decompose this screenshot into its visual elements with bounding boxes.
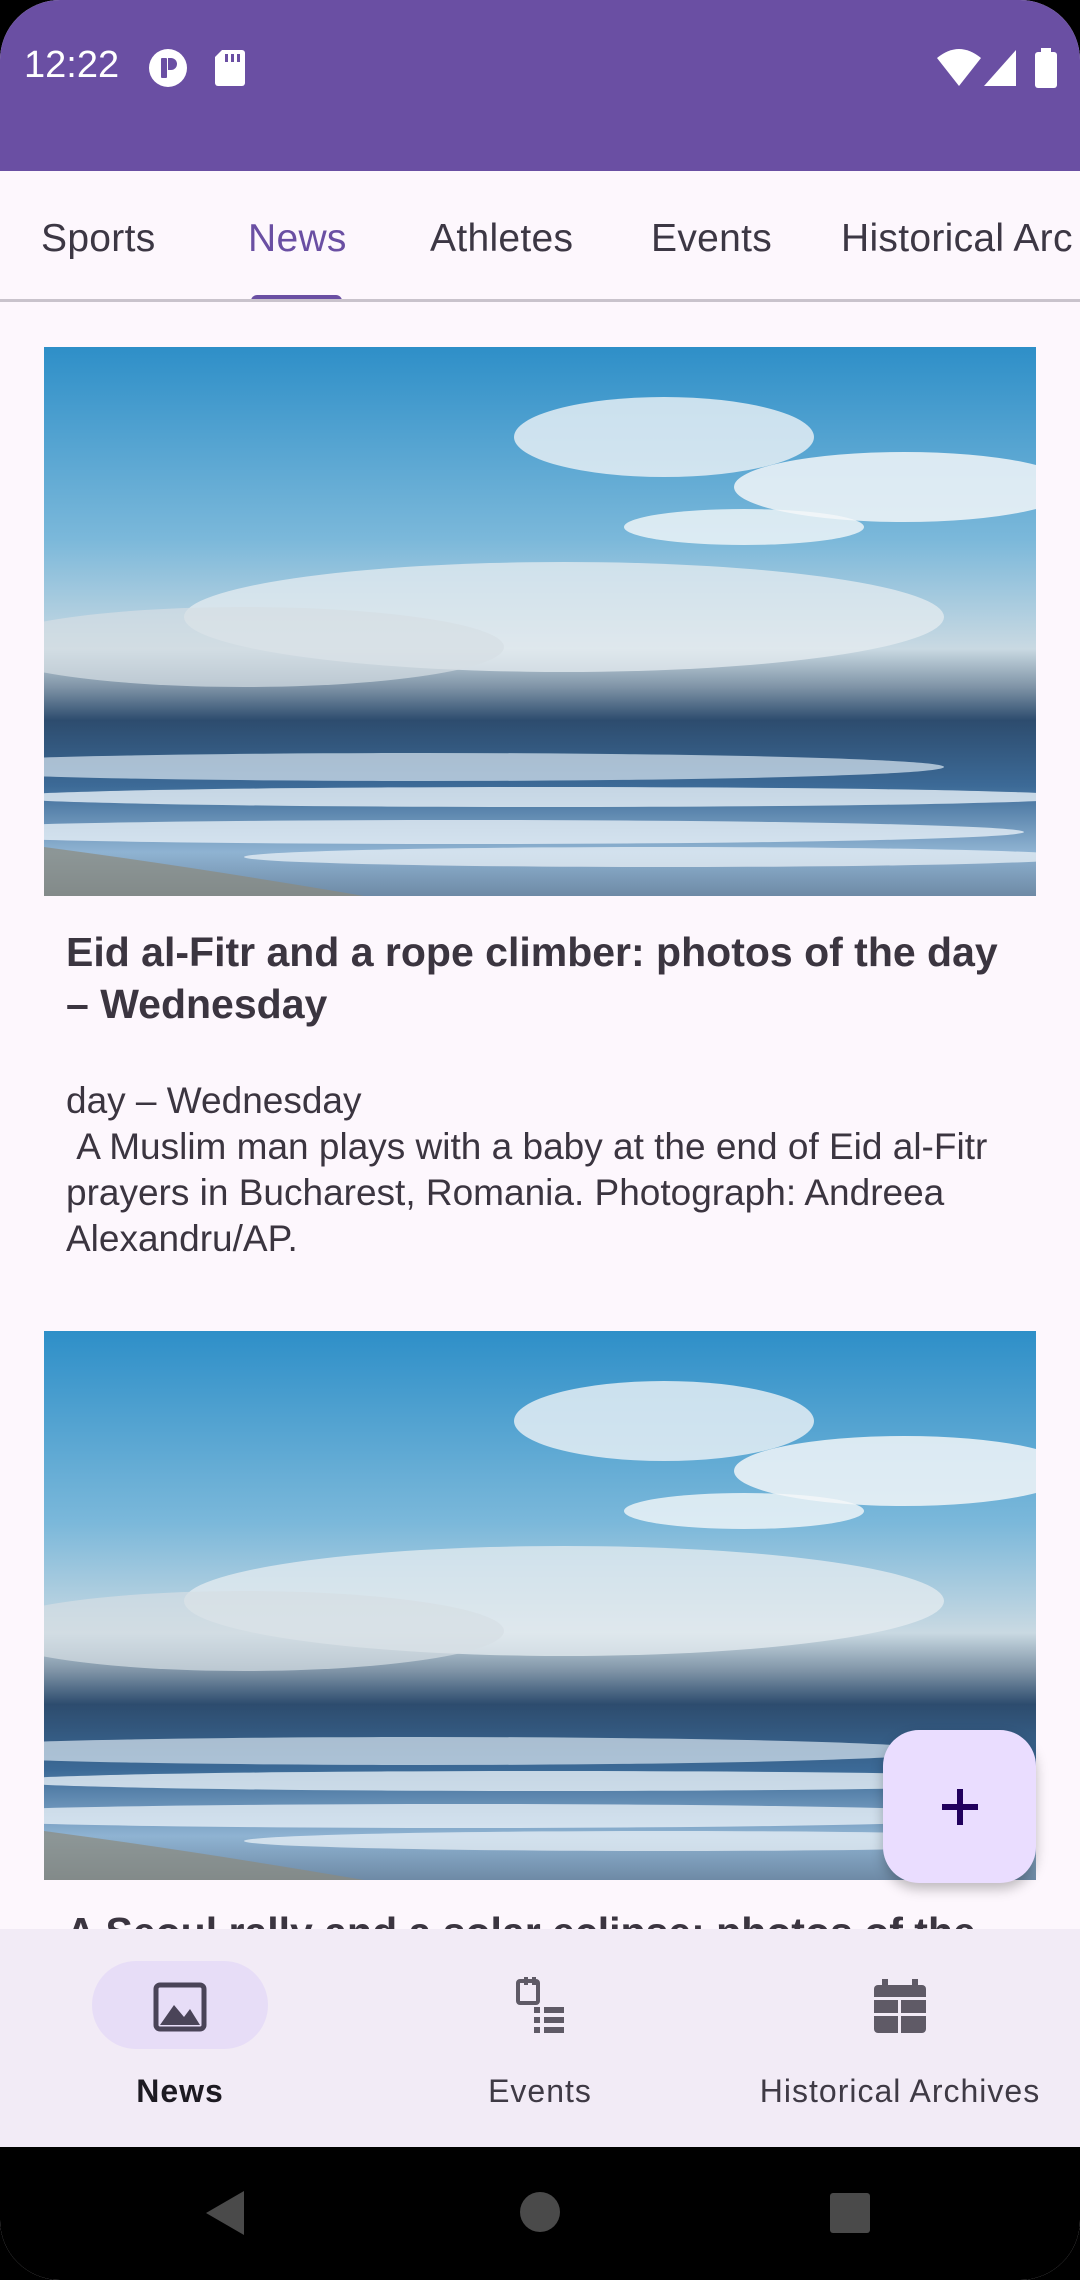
sd-card-icon: [215, 50, 245, 86]
news-feed[interactable]: Eid al-Fitr and a rope climber: photos o…: [0, 305, 1080, 1929]
calendar-grid-icon: [874, 1979, 926, 2033]
nav-events[interactable]: Events: [360, 1929, 720, 2147]
ocean-beach-photo: [44, 347, 1036, 896]
app-screen: 12:22 Sports News Athletes Events Histor…: [0, 0, 1080, 2280]
tab-sports[interactable]: Sports: [41, 171, 156, 299]
p-circle-icon: [149, 49, 187, 87]
article-body: day – Wednesday A Muslim man plays with …: [66, 1080, 988, 1259]
image-icon: [153, 1982, 207, 2032]
add-button[interactable]: [883, 1730, 1036, 1883]
plus-icon: [941, 1788, 978, 1825]
status-time: 12:22: [24, 44, 120, 86]
nav-label: Events: [488, 2073, 592, 2109]
news-card[interactable]: Eid al-Fitr and a rope climber: photos o…: [44, 347, 1036, 1262]
event-list-icon: [516, 1977, 564, 2033]
home-icon[interactable]: [519, 2191, 561, 2233]
nav-label: Historical Archives: [759, 2073, 1041, 2109]
tab-athletes[interactable]: Athletes: [430, 171, 573, 299]
wifi-icon: [937, 49, 981, 86]
battery-icon: [1035, 48, 1057, 88]
article-title: Eid al-Fitr and a rope climber: photos o…: [66, 929, 998, 1027]
tab-events[interactable]: Events: [651, 171, 772, 299]
tab-indicator: [251, 295, 342, 299]
recents-icon[interactable]: [829, 2192, 871, 2234]
tab-historical-archives[interactable]: Historical Arc: [841, 171, 1073, 299]
back-icon[interactable]: [204, 2189, 248, 2237]
article-title: A Seoul rally and a solar eclipse: photo…: [66, 1906, 1014, 1929]
status-bar: 12:22: [0, 0, 1080, 171]
bottom-navigation: News Events Historical Archives: [0, 1929, 1080, 2147]
nav-historical-archives[interactable]: Historical Archives: [720, 1929, 1080, 2147]
cell-signal-icon: [984, 50, 1016, 86]
nav-label: News: [136, 2073, 224, 2109]
tab-bar: Sports News Athletes Events Historical A…: [0, 171, 1080, 302]
tab-news[interactable]: News: [248, 171, 347, 299]
nav-news[interactable]: News: [0, 1929, 360, 2147]
system-navigation-bar: [0, 2147, 1080, 2280]
